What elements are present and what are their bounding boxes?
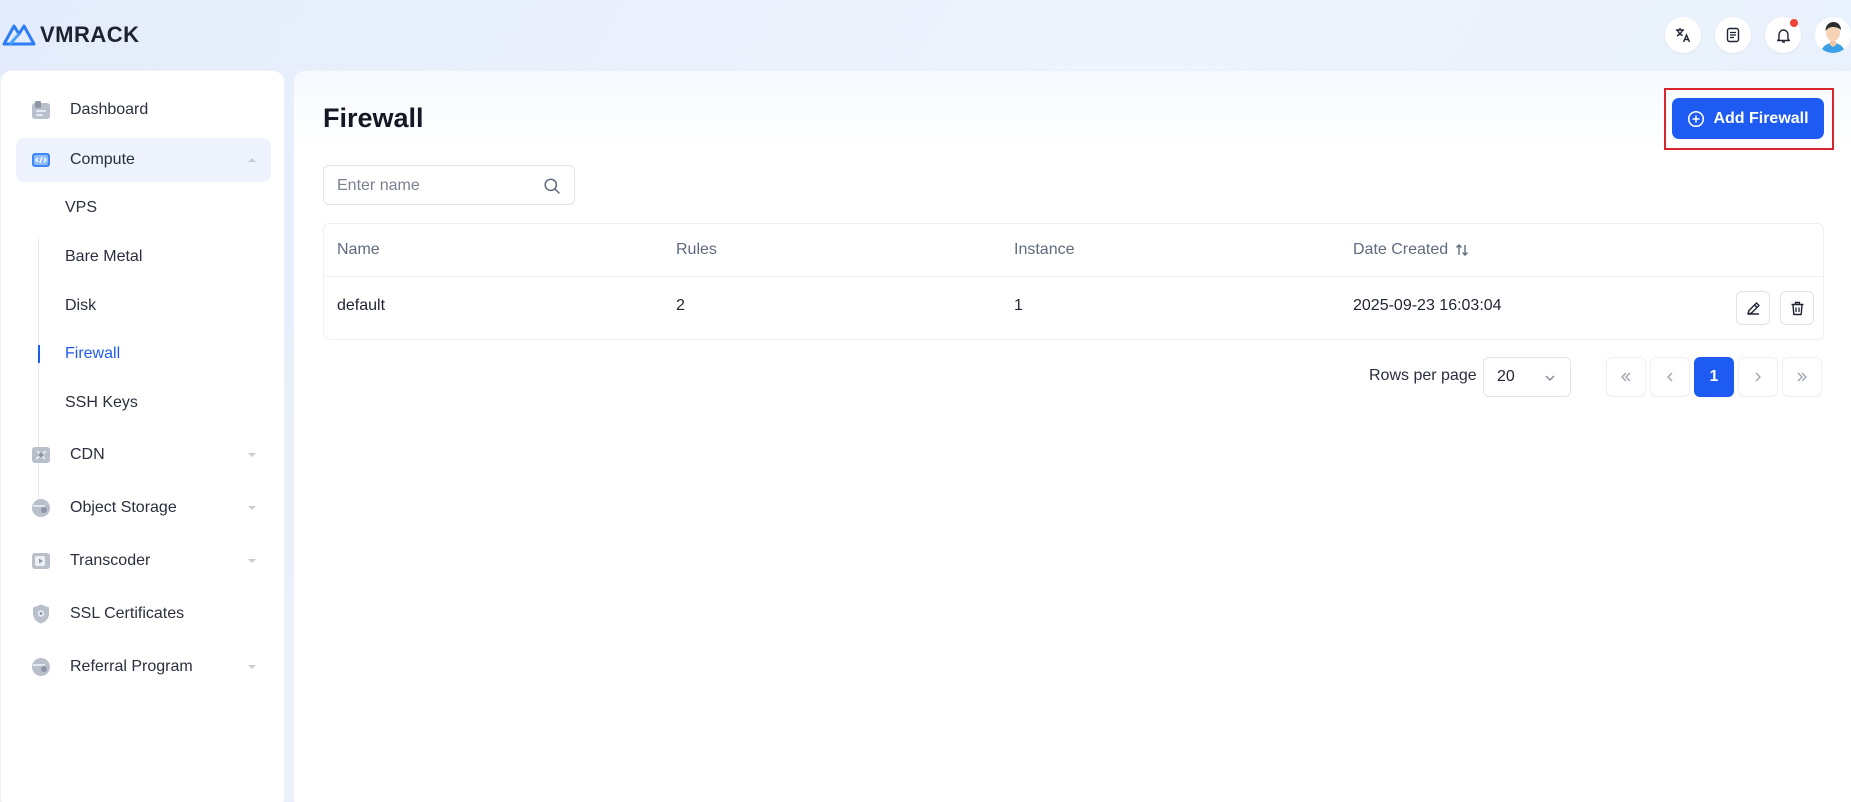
sidebar-item-label: Dashboard <box>70 101 149 118</box>
sidebar-item-referral-program[interactable]: Referral Program <box>16 645 271 689</box>
cell-name: default <box>337 297 386 314</box>
chevron-up-icon <box>248 158 256 162</box>
column-header-name: Name <box>337 241 380 258</box>
chevron-down-icon <box>248 506 256 510</box>
sidebar-item-dashboard[interactable]: Dashboard <box>16 88 271 132</box>
transcoder-icon <box>32 553 50 569</box>
table-header: Name Rules Instance Date Created <box>324 224 1823 277</box>
edit-button[interactable] <box>1736 291 1770 325</box>
sidebar-item-label: SSL Certificates <box>70 605 185 622</box>
double-chevron-right-icon <box>1797 372 1807 382</box>
pencil-icon <box>1746 301 1760 315</box>
sidebar-item-label: Referral Program <box>70 658 193 675</box>
next-page-button[interactable] <box>1738 357 1778 397</box>
chevron-down-icon <box>248 559 256 563</box>
docs-button[interactable] <box>1715 17 1751 53</box>
sidebar: Dashboard Compute VPS Bare Metal Disk Fi… <box>0 70 285 802</box>
user-avatar[interactable] <box>1815 17 1851 53</box>
rows-per-page-select[interactable]: 20 <box>1483 357 1571 397</box>
column-header-instance: Instance <box>1014 241 1075 258</box>
sidebar-item-label: CDN <box>70 446 105 463</box>
sidebar-sub-ssh-keys[interactable]: SSH Keys <box>38 383 268 423</box>
double-chevron-left-icon <box>1621 372 1631 382</box>
page-title: Firewall <box>323 103 424 133</box>
sidebar-item-compute[interactable]: Compute <box>16 138 271 182</box>
trash-icon <box>1791 301 1803 315</box>
cell-instance: 1 <box>1014 297 1023 314</box>
object-storage-icon <box>32 499 50 517</box>
sidebar-sub-bare-metal[interactable]: Bare Metal <box>38 237 268 277</box>
chevron-down-icon <box>248 665 256 669</box>
add-firewall-button[interactable]: Add Firewall <box>1672 98 1824 139</box>
sidebar-item-label: Transcoder <box>70 552 151 569</box>
sidebar-sub-firewall[interactable]: Firewall <box>38 334 268 374</box>
column-header-label: Date Created <box>1353 241 1449 258</box>
delete-button[interactable] <box>1780 291 1814 325</box>
dashboard-icon <box>32 101 50 119</box>
last-page-button[interactable] <box>1782 357 1822 397</box>
notifications-button[interactable] <box>1765 17 1801 53</box>
cell-date-created: 2025-09-23 16:03:04 <box>1353 297 1502 314</box>
sidebar-sub-vps[interactable]: VPS <box>38 188 268 228</box>
top-actions <box>1665 17 1851 53</box>
cell-rules: 2 <box>676 297 685 314</box>
sidebar-item-object-storage[interactable]: Object Storage <box>16 486 271 530</box>
sidebar-item-label: Compute <box>70 151 135 168</box>
shield-icon <box>33 604 49 624</box>
page-button-current[interactable]: 1 <box>1694 357 1734 397</box>
plus-circle-icon <box>1688 110 1705 127</box>
brand-logo[interactable]: VMRACK <box>2 20 140 50</box>
prev-page-button[interactable] <box>1650 357 1690 397</box>
cdn-icon <box>32 447 50 463</box>
first-page-button[interactable] <box>1606 357 1646 397</box>
notification-badge <box>1790 19 1798 27</box>
rows-per-page-label: Rows per page <box>1369 367 1477 384</box>
firewall-table: Name Rules Instance Date Created default… <box>323 223 1824 340</box>
brand-name: VMRACK <box>40 22 140 47</box>
chevron-right-icon <box>1755 372 1761 382</box>
search-icon[interactable] <box>543 177 561 195</box>
sidebar-item-label: Object Storage <box>70 499 177 516</box>
add-firewall-label: Add Firewall <box>1713 109 1809 127</box>
top-bar: VMRACK <box>0 0 1851 70</box>
translate-icon <box>1676 28 1691 43</box>
sidebar-sub-disk[interactable]: Disk <box>38 286 268 326</box>
column-header-date-created[interactable]: Date Created <box>1353 241 1470 259</box>
column-header-rules: Rules <box>676 241 717 258</box>
avatar-icon <box>1815 17 1851 53</box>
table-row: default 2 1 2025-09-23 16:03:04 <box>324 277 1823 339</box>
sort-icon[interactable] <box>1454 242 1470 258</box>
chevron-down-icon <box>248 453 256 457</box>
bell-icon <box>1776 28 1790 43</box>
logo-icon <box>2 24 36 46</box>
rows-per-page-value: 20 <box>1497 368 1515 385</box>
document-icon <box>1726 27 1740 43</box>
sidebar-item-cdn[interactable]: CDN <box>16 433 271 477</box>
search-input[interactable] <box>337 175 532 197</box>
language-button[interactable] <box>1665 17 1701 53</box>
chevron-down-icon <box>1545 375 1555 381</box>
sidebar-item-transcoder[interactable]: Transcoder <box>16 539 271 583</box>
search-box <box>323 165 575 205</box>
sidebar-item-ssl-certificates[interactable]: SSL Certificates <box>16 592 271 636</box>
main-panel: Firewall Add Firewall Name Rules Instanc… <box>293 70 1851 802</box>
chevron-left-icon <box>1667 372 1673 382</box>
referral-icon <box>32 658 50 676</box>
compute-icon <box>32 153 50 167</box>
